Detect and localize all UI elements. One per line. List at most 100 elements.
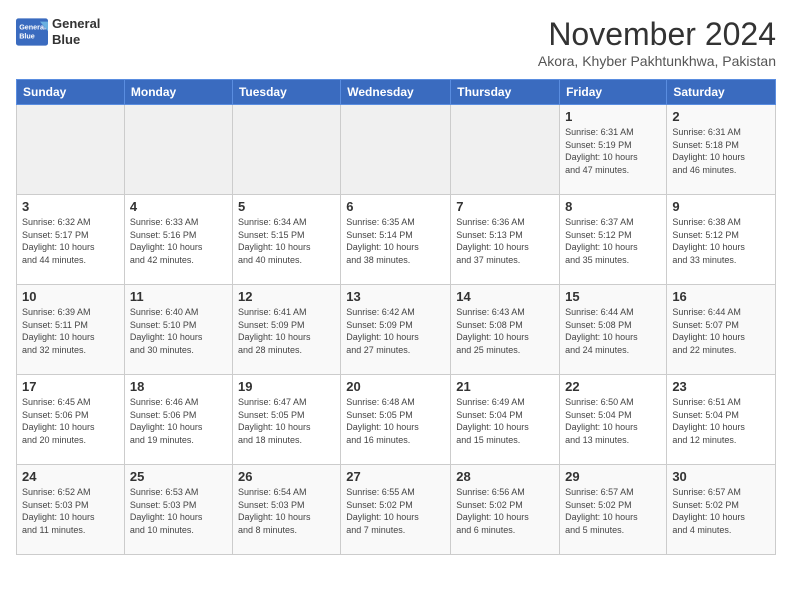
weekday-header-monday: Monday	[124, 80, 232, 105]
calendar-cell: 4 Sunrise: 6:33 AM Sunset: 5:16 PM Daylig…	[124, 195, 232, 285]
svg-text:Blue: Blue	[19, 31, 35, 40]
day-info: Sunrise: 6:57 AM Sunset: 5:02 PM Dayligh…	[565, 486, 661, 536]
calendar-cell: 9 Sunrise: 6:38 AM Sunset: 5:12 PM Daylig…	[667, 195, 776, 285]
weekday-header-thursday: Thursday	[451, 80, 560, 105]
day-info: Sunrise: 6:47 AM Sunset: 5:05 PM Dayligh…	[238, 396, 335, 446]
calendar-cell: 6Sunrise: 6:35 AM Sunset: 5:14 PM Daylig…	[341, 195, 451, 285]
calendar-week-row: 1 Sunrise: 6:31 AM Sunset: 5:19 PM Daylig…	[17, 105, 776, 195]
calendar-cell: 11Sunrise: 6:40 AM Sunset: 5:10 PM Dayli…	[124, 285, 232, 375]
day-info: Sunrise: 6:51 AM Sunset: 5:04 PM Dayligh…	[672, 396, 770, 446]
calendar-cell: 5Sunrise: 6:34 AM Sunset: 5:15 PM Daylig…	[232, 195, 340, 285]
day-info: Sunrise: 6:52 AM Sunset: 5:03 PM Dayligh…	[22, 486, 119, 536]
day-number: 16	[672, 289, 770, 304]
day-number: 9	[672, 199, 770, 214]
calendar-cell	[17, 105, 125, 195]
calendar-cell	[451, 105, 560, 195]
weekday-header-tuesday: Tuesday	[232, 80, 340, 105]
day-info: Sunrise: 6:36 AM Sunset: 5:13 PM Dayligh…	[456, 216, 554, 266]
day-number: 21	[456, 379, 554, 394]
day-info: Sunrise: 6:44 AM Sunset: 5:07 PM Dayligh…	[672, 306, 770, 356]
day-info: Sunrise: 6:44 AM Sunset: 5:08 PM Dayligh…	[565, 306, 661, 356]
weekday-header-row: SundayMondayTuesdayWednesdayThursdayFrid…	[17, 80, 776, 105]
day-number: 26	[238, 469, 335, 484]
day-info: Sunrise: 6:39 AM Sunset: 5:11 PM Dayligh…	[22, 306, 119, 356]
calendar-week-row: 10Sunrise: 6:39 AM Sunset: 5:11 PM Dayli…	[17, 285, 776, 375]
day-number: 29	[565, 469, 661, 484]
day-number: 8	[565, 199, 661, 214]
logo: General Blue General Blue	[16, 16, 100, 47]
day-info: Sunrise: 6:45 AM Sunset: 5:06 PM Dayligh…	[22, 396, 119, 446]
calendar-cell: 12 Sunrise: 6:41 AM Sunset: 5:09 PM Dayli…	[232, 285, 340, 375]
day-info: Sunrise: 6:46 AM Sunset: 5:06 PM Dayligh…	[130, 396, 227, 446]
day-number: 27	[346, 469, 445, 484]
calendar-cell: 17 Sunrise: 6:45 AM Sunset: 5:06 PM Dayli…	[17, 375, 125, 465]
day-info: Sunrise: 6:32 AM Sunset: 5:17 PM Dayligh…	[22, 216, 119, 266]
logo-line1: General	[52, 16, 100, 32]
calendar-cell	[124, 105, 232, 195]
day-info: Sunrise: 6:57 AM Sunset: 5:02 PM Dayligh…	[672, 486, 770, 536]
weekday-header-friday: Friday	[560, 80, 667, 105]
day-number: 4	[130, 199, 227, 214]
page-header: General Blue General Blue November 2024 …	[16, 16, 776, 69]
weekday-header-saturday: Saturday	[667, 80, 776, 105]
day-info: Sunrise: 6:48 AM Sunset: 5:05 PM Dayligh…	[346, 396, 445, 446]
title-block: November 2024 Akora, Khyber Pakhtunkhwa,…	[538, 16, 776, 69]
calendar-cell: 8 Sunrise: 6:37 AM Sunset: 5:12 PM Daylig…	[560, 195, 667, 285]
logo-line2: Blue	[52, 32, 100, 48]
day-number: 13	[346, 289, 445, 304]
calendar-cell: 13 Sunrise: 6:42 AM Sunset: 5:09 PM Dayli…	[341, 285, 451, 375]
calendar-cell: 28 Sunrise: 6:56 AM Sunset: 5:02 PM Dayli…	[451, 465, 560, 555]
calendar-cell: 14Sunrise: 6:43 AM Sunset: 5:08 PM Dayli…	[451, 285, 560, 375]
calendar-table: SundayMondayTuesdayWednesdayThursdayFrid…	[16, 79, 776, 555]
calendar-cell: 15 Sunrise: 6:44 AM Sunset: 5:08 PM Dayli…	[560, 285, 667, 375]
day-number: 3	[22, 199, 119, 214]
calendar-cell: 24 Sunrise: 6:52 AM Sunset: 5:03 PM Dayli…	[17, 465, 125, 555]
day-number: 24	[22, 469, 119, 484]
calendar-cell: 2Sunrise: 6:31 AM Sunset: 5:18 PM Daylig…	[667, 105, 776, 195]
day-number: 23	[672, 379, 770, 394]
day-number: 5	[238, 199, 335, 214]
calendar-cell: 26 Sunrise: 6:54 AM Sunset: 5:03 PM Dayli…	[232, 465, 340, 555]
calendar-cell: 27Sunrise: 6:55 AM Sunset: 5:02 PM Dayli…	[341, 465, 451, 555]
day-info: Sunrise: 6:31 AM Sunset: 5:19 PM Dayligh…	[565, 126, 661, 176]
calendar-cell: 29 Sunrise: 6:57 AM Sunset: 5:02 PM Dayli…	[560, 465, 667, 555]
calendar-cell: 10Sunrise: 6:39 AM Sunset: 5:11 PM Dayli…	[17, 285, 125, 375]
calendar-cell	[232, 105, 340, 195]
calendar-cell: 19Sunrise: 6:47 AM Sunset: 5:05 PM Dayli…	[232, 375, 340, 465]
day-info: Sunrise: 6:38 AM Sunset: 5:12 PM Dayligh…	[672, 216, 770, 266]
calendar-cell: 3 Sunrise: 6:32 AM Sunset: 5:17 PM Daylig…	[17, 195, 125, 285]
day-number: 1	[565, 109, 661, 124]
calendar-week-row: 3 Sunrise: 6:32 AM Sunset: 5:17 PM Daylig…	[17, 195, 776, 285]
day-number: 22	[565, 379, 661, 394]
generalblue-logo-icon: General Blue	[16, 18, 48, 46]
calendar-cell: 20Sunrise: 6:48 AM Sunset: 5:05 PM Dayli…	[341, 375, 451, 465]
day-info: Sunrise: 6:56 AM Sunset: 5:02 PM Dayligh…	[456, 486, 554, 536]
day-info: Sunrise: 6:42 AM Sunset: 5:09 PM Dayligh…	[346, 306, 445, 356]
day-info: Sunrise: 6:40 AM Sunset: 5:10 PM Dayligh…	[130, 306, 227, 356]
calendar-cell: 25 Sunrise: 6:53 AM Sunset: 5:03 PM Dayli…	[124, 465, 232, 555]
day-info: Sunrise: 6:31 AM Sunset: 5:18 PM Dayligh…	[672, 126, 770, 176]
calendar-cell	[341, 105, 451, 195]
day-number: 17	[22, 379, 119, 394]
weekday-header-wednesday: Wednesday	[341, 80, 451, 105]
day-info: Sunrise: 6:33 AM Sunset: 5:16 PM Dayligh…	[130, 216, 227, 266]
day-info: Sunrise: 6:41 AM Sunset: 5:09 PM Dayligh…	[238, 306, 335, 356]
day-info: Sunrise: 6:54 AM Sunset: 5:03 PM Dayligh…	[238, 486, 335, 536]
calendar-week-row: 24 Sunrise: 6:52 AM Sunset: 5:03 PM Dayli…	[17, 465, 776, 555]
day-number: 15	[565, 289, 661, 304]
calendar-cell: 22Sunrise: 6:50 AM Sunset: 5:04 PM Dayli…	[560, 375, 667, 465]
day-number: 28	[456, 469, 554, 484]
day-info: Sunrise: 6:53 AM Sunset: 5:03 PM Dayligh…	[130, 486, 227, 536]
day-info: Sunrise: 6:37 AM Sunset: 5:12 PM Dayligh…	[565, 216, 661, 266]
calendar-week-row: 17 Sunrise: 6:45 AM Sunset: 5:06 PM Dayli…	[17, 375, 776, 465]
weekday-header-sunday: Sunday	[17, 80, 125, 105]
day-number: 7	[456, 199, 554, 214]
calendar-cell: 23 Sunrise: 6:51 AM Sunset: 5:04 PM Dayli…	[667, 375, 776, 465]
calendar-cell: 21Sunrise: 6:49 AM Sunset: 5:04 PM Dayli…	[451, 375, 560, 465]
calendar-cell: 7 Sunrise: 6:36 AM Sunset: 5:13 PM Daylig…	[451, 195, 560, 285]
calendar-cell: 16 Sunrise: 6:44 AM Sunset: 5:07 PM Dayli…	[667, 285, 776, 375]
month-title: November 2024	[538, 16, 776, 53]
day-number: 12	[238, 289, 335, 304]
day-number: 25	[130, 469, 227, 484]
calendar-cell: 1 Sunrise: 6:31 AM Sunset: 5:19 PM Daylig…	[560, 105, 667, 195]
